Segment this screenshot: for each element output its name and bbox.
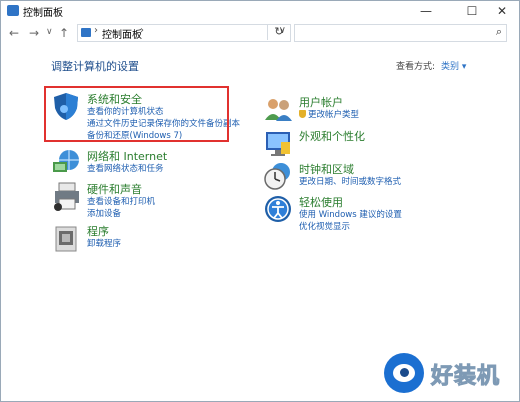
breadcrumb-separator[interactable]: › — [94, 25, 98, 36]
watermark-logo-icon — [384, 353, 424, 393]
category-title[interactable]: 外观和个性化 — [299, 128, 365, 144]
watermark-text: 好装机 — [430, 364, 501, 390]
uac-shield-icon — [299, 110, 306, 118]
link-change-date-time[interactable]: 更改日期、时间或数字格式 — [299, 175, 401, 187]
address-bar[interactable]: › 控制面板 › ∨ — [77, 24, 291, 42]
highlight-box — [44, 86, 229, 142]
category-ease-of-access: 轻松使用 使用 Windows 建议的设置 优化视觉显示 — [263, 194, 443, 234]
back-button[interactable]: ← — [9, 26, 19, 40]
forward-button[interactable]: → — [29, 26, 39, 40]
view-by-label: 查看方式: — [396, 62, 436, 72]
page-heading: 调整计算机的设置 — [51, 60, 139, 73]
refresh-button[interactable]: ↻ — [267, 24, 290, 40]
window-title: 控制面板 — [23, 8, 63, 19]
category-appearance: 外观和个性化 — [263, 128, 443, 158]
control-panel-icon — [81, 28, 91, 37]
search-icon[interactable]: ⌕ — [496, 25, 502, 39]
view-by-dropdown[interactable]: 类别 ▾ — [441, 62, 466, 72]
category-hardware-sound: 硬件和声音 查看设备和打印机 添加设备 — [51, 181, 231, 221]
link-change-account-type[interactable]: 更改帐户类型 — [299, 108, 359, 120]
link-devices-printers[interactable]: 查看设备和打印机 — [87, 195, 155, 207]
title-bar: 控制面板 — ☐ ✕ — [1, 1, 519, 21]
link-add-device[interactable]: 添加设备 — [87, 207, 121, 219]
category-user-accounts: 用户帐户 更改帐户类型 — [263, 94, 443, 124]
chevron-right-icon[interactable]: › — [140, 25, 144, 36]
recent-locations-button[interactable]: ∨ — [46, 27, 53, 37]
control-panel-window: 控制面板 — ☐ ✕ ← → ∨ ↑ › 控制面板 › ∨ ↻ ⌕ 调整计算机的… — [0, 0, 520, 402]
watermark: 好装机 — [384, 351, 519, 399]
appearance-icon[interactable] — [263, 128, 293, 158]
search-box[interactable]: ⌕ — [294, 24, 507, 42]
address-toolbar: ← → ∨ ↑ › 控制面板 › ∨ ↻ ⌕ — [1, 23, 519, 43]
programs-icon[interactable] — [51, 223, 81, 253]
category-network-internet: 网络和 Internet 查看网络状态和任务 — [51, 148, 231, 178]
link-optimize-visual[interactable]: 优化视觉显示 — [299, 220, 350, 232]
minimize-button[interactable]: — — [413, 2, 439, 20]
close-button[interactable]: ✕ — [489, 2, 515, 20]
link-recommended-settings[interactable]: 使用 Windows 建议的设置 — [299, 208, 402, 220]
breadcrumb-control-panel[interactable]: 控制面板 — [102, 26, 142, 41]
clock-icon[interactable] — [263, 161, 293, 191]
maximize-button[interactable]: ☐ — [459, 2, 485, 20]
link-network-status[interactable]: 查看网络状态和任务 — [87, 162, 164, 174]
control-panel-icon — [7, 5, 19, 16]
printer-icon[interactable] — [51, 181, 81, 211]
network-icon[interactable] — [51, 148, 81, 178]
up-button[interactable]: ↑ — [59, 26, 69, 40]
users-icon[interactable] — [263, 94, 293, 124]
category-clock-region: 时钟和区域 更改日期、时间或数字格式 — [263, 161, 443, 191]
view-by: 查看方式: 类别 ▾ — [396, 59, 466, 72]
accessibility-icon[interactable] — [263, 194, 293, 224]
link-change-account-type-label[interactable]: 更改帐户类型 — [308, 110, 359, 120]
link-uninstall-program[interactable]: 卸载程序 — [87, 237, 121, 249]
category-programs: 程序 卸载程序 — [51, 223, 231, 253]
